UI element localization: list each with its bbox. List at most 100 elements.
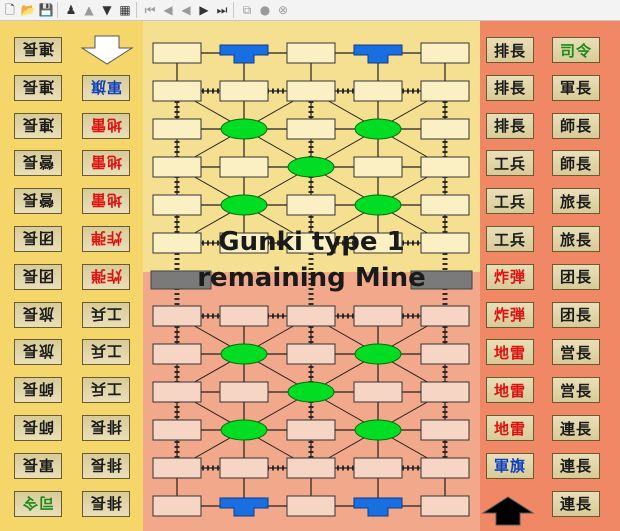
post-station[interactable]	[420, 381, 470, 403]
new-icon[interactable]: 🗋	[2, 2, 18, 18]
post-station[interactable]	[420, 194, 470, 216]
post-station[interactable]	[219, 156, 269, 178]
down-icon[interactable]: ▼	[99, 2, 115, 18]
captured-piece[interactable]: 司令	[14, 490, 62, 517]
captured-piece[interactable]: 团長	[14, 226, 62, 252]
captured-piece[interactable]: 炸弾	[486, 263, 534, 290]
captured-piece[interactable]: 炸弾	[82, 226, 130, 252]
post-station[interactable]	[286, 80, 336, 102]
post-station[interactable]	[420, 80, 470, 102]
play-icon[interactable]: ▶	[196, 2, 212, 18]
camp-station[interactable]	[220, 118, 268, 140]
last-icon[interactable]: ⏭	[214, 2, 230, 18]
captured-piece[interactable]: 地雷	[486, 377, 534, 404]
post-station[interactable]	[353, 381, 403, 403]
captured-piece[interactable]: 炸弾	[82, 263, 130, 290]
captured-piece[interactable]: 営長	[552, 339, 600, 366]
captured-piece[interactable]: 炸弾	[486, 301, 534, 328]
captured-piece[interactable]: 軍長	[552, 74, 600, 101]
camp-station[interactable]	[354, 194, 402, 216]
captured-piece[interactable]: 团長	[14, 263, 62, 290]
captured-piece[interactable]: 地雷	[486, 415, 534, 441]
post-station[interactable]	[286, 305, 336, 327]
post-station[interactable]	[286, 42, 336, 64]
captured-piece[interactable]: 团長	[552, 301, 600, 328]
captured-piece[interactable]: 团長	[552, 263, 600, 290]
captured-piece[interactable]: 旅長	[14, 339, 62, 366]
up-icon[interactable]: ▲	[81, 2, 97, 18]
save-icon[interactable]: 💾	[38, 2, 54, 18]
post-station[interactable]	[152, 156, 202, 178]
captured-piece[interactable]: 旅長	[552, 188, 600, 215]
post-station[interactable]	[152, 118, 202, 140]
captured-piece[interactable]: 連長	[14, 37, 62, 63]
captured-piece[interactable]: 司令	[552, 37, 600, 63]
post-station[interactable]	[420, 495, 470, 517]
post-station[interactable]	[152, 495, 202, 517]
captured-piece[interactable]: 旅長	[14, 301, 62, 328]
captured-piece[interactable]: 軍旗	[486, 452, 534, 479]
captured-piece[interactable]: 連長	[552, 452, 600, 479]
copy-icon[interactable]: ⧉	[239, 2, 255, 18]
grid-icon[interactable]: ▦	[117, 2, 133, 18]
captured-piece[interactable]: 地雷	[82, 188, 130, 215]
post-station[interactable]	[152, 343, 202, 365]
captured-piece[interactable]: 地雷	[486, 339, 534, 366]
camp-station[interactable]	[354, 343, 402, 365]
post-station[interactable]	[420, 419, 470, 441]
captured-piece[interactable]: 營長	[14, 150, 62, 177]
post-station[interactable]	[152, 381, 202, 403]
captured-piece[interactable]: 排長	[486, 112, 534, 139]
post-station[interactable]	[420, 118, 470, 140]
stop-icon[interactable]: ⊗	[275, 2, 291, 18]
post-station[interactable]	[420, 305, 470, 327]
captured-piece[interactable]: 営長	[552, 377, 600, 404]
back-icon[interactable]: ◀	[178, 2, 194, 18]
captured-piece[interactable]: 工兵	[486, 226, 534, 252]
post-station[interactable]	[353, 305, 403, 327]
post-station[interactable]	[219, 381, 269, 403]
post-station[interactable]	[420, 156, 470, 178]
captured-piece[interactable]: 軍旗	[82, 74, 130, 101]
post-station[interactable]	[152, 457, 202, 479]
post-station[interactable]	[286, 495, 336, 517]
prev-icon[interactable]: ◀	[160, 2, 176, 18]
captured-piece[interactable]: 軍長	[14, 452, 62, 479]
post-station[interactable]	[152, 42, 202, 64]
camp-station[interactable]	[287, 156, 335, 178]
captured-piece[interactable]: 地雷	[82, 150, 130, 177]
captured-piece[interactable]: 排長	[82, 415, 130, 441]
captured-piece[interactable]: 排長	[82, 490, 130, 517]
post-station[interactable]	[286, 419, 336, 441]
post-station[interactable]	[286, 194, 336, 216]
captured-piece[interactable]: 旅長	[552, 226, 600, 252]
camp-station[interactable]	[220, 419, 268, 441]
captured-piece[interactable]: 排長	[486, 37, 534, 63]
captured-piece[interactable]: 師長	[14, 415, 62, 441]
post-station[interactable]	[152, 419, 202, 441]
captured-piece[interactable]: 工兵	[486, 188, 534, 215]
captured-piece[interactable]: 師長	[552, 112, 600, 139]
open-icon[interactable]: 📂	[20, 2, 36, 18]
camp-station[interactable]	[220, 343, 268, 365]
captured-piece[interactable]: 營長	[14, 188, 62, 215]
camp-station[interactable]	[354, 419, 402, 441]
post-station[interactable]	[286, 343, 336, 365]
post-station[interactable]	[353, 156, 403, 178]
post-station[interactable]	[286, 457, 336, 479]
camp-station[interactable]	[354, 118, 402, 140]
captured-piece[interactable]: 師長	[552, 150, 600, 177]
captured-piece[interactable]: 工兵	[82, 339, 130, 366]
post-station[interactable]	[219, 305, 269, 327]
post-station[interactable]	[152, 80, 202, 102]
post-station[interactable]	[420, 343, 470, 365]
post-station[interactable]	[219, 80, 269, 102]
post-station[interactable]	[152, 194, 202, 216]
post-station[interactable]	[420, 42, 470, 64]
post-station[interactable]	[219, 457, 269, 479]
post-station[interactable]	[353, 457, 403, 479]
captured-piece[interactable]: 連長	[14, 74, 62, 101]
post-station[interactable]	[420, 457, 470, 479]
captured-piece[interactable]: 排長	[82, 452, 130, 479]
post-station[interactable]	[152, 305, 202, 327]
